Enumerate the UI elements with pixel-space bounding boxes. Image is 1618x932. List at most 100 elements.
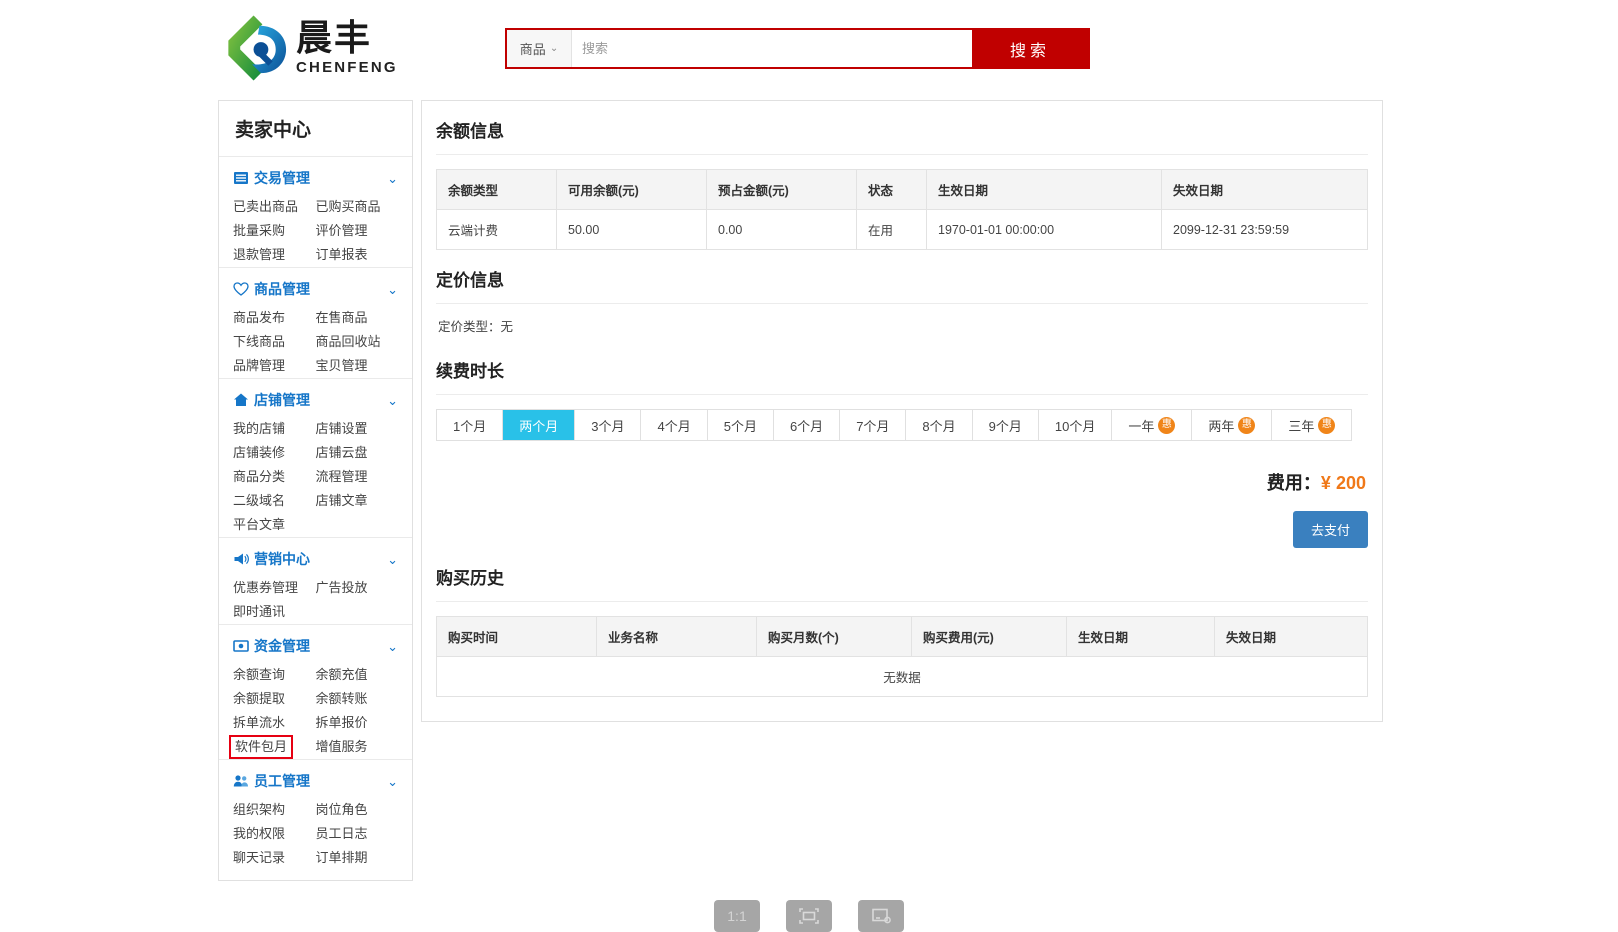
- nav-links: 我的店铺 店铺设置 店铺装修 店铺云盘 商品分类 流程管理 二级域名 店铺文章 …: [233, 417, 398, 537]
- sidebar-item-on-sale[interactable]: 在售商品: [316, 306, 399, 330]
- duration-option-9m[interactable]: 9个月: [973, 410, 1039, 440]
- sidebar-item-my-shop[interactable]: 我的店铺: [233, 417, 316, 441]
- duration-option-7m[interactable]: 7个月: [840, 410, 907, 440]
- sidebar-item-org-structure[interactable]: 组织架构: [233, 798, 316, 822]
- chevron-down-icon[interactable]: ⌄: [387, 775, 398, 788]
- nav-group-header[interactable]: 资金管理 ⌄: [233, 625, 398, 663]
- sidebar-item-my-permissions[interactable]: 我的权限: [233, 822, 316, 846]
- col-purchase-months: 购买月数(个): [756, 616, 912, 657]
- main-content-panel: 余额信息 余额类型 可用余额(元) 预占金额(元) 状态 生效日期 失效日期 云…: [421, 100, 1383, 722]
- site-logo[interactable]: 晨丰 CHENFENG: [218, 8, 418, 88]
- nav-group-header[interactable]: 交易管理 ⌄: [233, 157, 398, 195]
- search-button[interactable]: 搜索: [972, 30, 1088, 67]
- sidebar-item-shop-decoration[interactable]: 店铺装修: [233, 441, 316, 465]
- nav-group-shop: 店铺管理 ⌄ 我的店铺 店铺设置 店铺装修 店铺云盘 商品分类 流程管理 二级域…: [219, 378, 412, 537]
- duration-option-5m[interactable]: 5个月: [708, 410, 774, 440]
- duration-label: 三年: [1288, 418, 1315, 434]
- nav-link-slot: 软件包月: [229, 735, 316, 759]
- sidebar-item-split-order-flow[interactable]: 拆单流水: [233, 711, 316, 735]
- sidebar-item-purchased-goods[interactable]: 已购买商品: [316, 195, 399, 219]
- duration-option-1y[interactable]: 一年 惠: [1112, 410, 1193, 440]
- sidebar-item-bulk-purchase[interactable]: 批量采购: [233, 219, 316, 243]
- nav-links: 已卖出商品 已购买商品 批量采购 评价管理 退款管理 订单报表: [233, 195, 398, 267]
- balance-section-title: 余额信息: [436, 101, 1368, 155]
- search-input[interactable]: [572, 30, 972, 67]
- chevron-down-icon[interactable]: ⌄: [387, 394, 398, 407]
- sidebar-item-subdomain[interactable]: 二级域名: [233, 489, 316, 513]
- nav-group-header[interactable]: 营销中心 ⌄: [233, 538, 398, 576]
- duration-option-4m[interactable]: 4个月: [641, 410, 708, 440]
- nav-group-funds: 资金管理 ⌄ 余额查询 余额充值 余额提取 余额转账 拆单流水 拆单报价 软件包…: [219, 624, 412, 759]
- sidebar-item-value-added-services[interactable]: 增值服务: [316, 735, 399, 759]
- history-section-title: 购买历史: [436, 548, 1368, 602]
- sidebar-item-shop-cloud-disk[interactable]: 店铺云盘: [316, 441, 399, 465]
- screenshot-button[interactable]: [858, 900, 904, 932]
- chevron-down-icon[interactable]: ⌄: [387, 640, 398, 653]
- sidebar-item-job-roles[interactable]: 岗位角色: [316, 798, 399, 822]
- sidebar-item-balance-recharge[interactable]: 余额充值: [316, 663, 399, 687]
- sidebar-item-staff-log[interactable]: 员工日志: [316, 822, 399, 846]
- duration-label: 8个月: [922, 418, 956, 434]
- seller-center-sidebar: 卖家中心 交易管理 ⌄ 已卖出商品 已购买商品 批量采购 评价管理 退款管理 订…: [218, 100, 413, 881]
- chenfeng-logo-icon: [228, 15, 287, 81]
- nav-group-staff: 员工管理 ⌄ 组织架构 岗位角色 我的权限 员工日志 聊天记录 订单排期: [219, 759, 412, 870]
- sidebar-item-shop-settings[interactable]: 店铺设置: [316, 417, 399, 441]
- sidebar-item-process-management[interactable]: 流程管理: [316, 465, 399, 489]
- table-empty-row: 无数据: [436, 656, 1368, 697]
- duration-label: 3个月: [591, 418, 625, 434]
- sidebar-item-item-management[interactable]: 宝贝管理: [316, 354, 399, 378]
- sidebar-item-order-report[interactable]: 订单报表: [316, 243, 399, 267]
- col-history-effective-date: 生效日期: [1066, 616, 1215, 657]
- duration-option-8m[interactable]: 8个月: [906, 410, 973, 440]
- sidebar-item-instant-messaging[interactable]: 即时通讯: [233, 600, 316, 624]
- sidebar-item-split-order-quote[interactable]: 拆单报价: [316, 711, 399, 735]
- col-history-expiry-date: 失效日期: [1214, 616, 1368, 657]
- sidebar-item-platform-articles[interactable]: 平台文章: [233, 513, 316, 537]
- sidebar-item-balance-withdraw[interactable]: 余额提取: [233, 687, 316, 711]
- sidebar-item-balance-transfer[interactable]: 余额转账: [316, 687, 399, 711]
- sidebar-item-product-categories[interactable]: 商品分类: [233, 465, 316, 489]
- nav-group-header[interactable]: 员工管理 ⌄: [233, 760, 398, 798]
- fit-screen-button[interactable]: [786, 900, 832, 932]
- people-icon: [233, 775, 248, 787]
- duration-option-2m[interactable]: 两个月: [503, 410, 576, 440]
- duration-option-3y[interactable]: 三年 惠: [1272, 410, 1351, 440]
- pricing-section-title: 定价信息: [436, 250, 1368, 304]
- list-icon: [234, 172, 248, 184]
- search-category-select[interactable]: 商品 ⌄: [507, 30, 572, 67]
- duration-label: 7个月: [856, 418, 890, 434]
- chevron-down-icon[interactable]: ⌄: [387, 172, 398, 185]
- sidebar-item-chat-history[interactable]: 聊天记录: [233, 846, 316, 870]
- duration-option-10m[interactable]: 10个月: [1039, 410, 1113, 440]
- sidebar-item-software-monthly-subscription[interactable]: 软件包月: [229, 735, 294, 759]
- actual-size-button[interactable]: 1:1: [714, 900, 760, 932]
- duration-option-2y[interactable]: 两年 惠: [1192, 410, 1273, 440]
- sidebar-item-brand-management[interactable]: 品牌管理: [233, 354, 316, 378]
- sidebar-item-offline-products[interactable]: 下线商品: [233, 330, 316, 354]
- col-reserved-amount: 预占金额(元): [706, 169, 857, 210]
- sidebar-item-shop-articles[interactable]: 店铺文章: [316, 489, 399, 513]
- sidebar-item-product-recycle-bin[interactable]: 商品回收站: [316, 330, 399, 354]
- col-business-name: 业务名称: [596, 616, 757, 657]
- logo-wordmark: 晨丰 CHENFENG: [296, 21, 398, 76]
- nav-group-header[interactable]: 商品管理 ⌄: [233, 268, 398, 306]
- sidebar-item-coupon-management[interactable]: 优惠券管理: [233, 576, 316, 600]
- viewer-bottom-toolbar: 1:1: [0, 900, 1618, 932]
- duration-option-6m[interactable]: 6个月: [774, 410, 841, 440]
- sidebar-item-sold-goods[interactable]: 已卖出商品: [233, 195, 316, 219]
- sidebar-item-balance-query[interactable]: 余额查询: [233, 663, 316, 687]
- sidebar-item-publish-product[interactable]: 商品发布: [233, 306, 316, 330]
- logo-english-name: CHENFENG: [296, 59, 398, 76]
- go-to-pay-button[interactable]: 去支付: [1292, 511, 1368, 548]
- sidebar-item-review-management[interactable]: 评价管理: [316, 219, 399, 243]
- sidebar-item-refund-management[interactable]: 退款管理: [233, 243, 316, 267]
- chevron-down-icon[interactable]: ⌄: [387, 553, 398, 566]
- nav-group-header[interactable]: 店铺管理 ⌄: [233, 379, 398, 417]
- sidebar-item-order-schedule[interactable]: 订单排期: [316, 846, 399, 870]
- duration-label: 6个月: [789, 418, 824, 434]
- duration-option-1m[interactable]: 1个月: [437, 410, 504, 440]
- duration-option-3m[interactable]: 3个月: [575, 410, 642, 440]
- sidebar-item-ad-placement[interactable]: 广告投放: [316, 576, 399, 600]
- chevron-down-icon[interactable]: ⌄: [387, 283, 398, 296]
- cell-reserved-amount: 0.00: [706, 209, 857, 250]
